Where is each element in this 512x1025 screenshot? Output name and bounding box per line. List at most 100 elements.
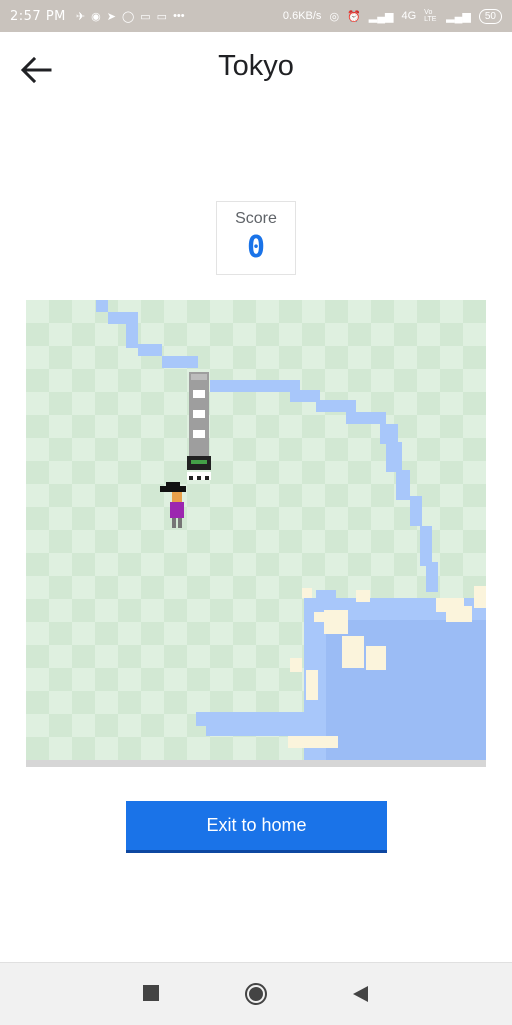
grass-tile — [187, 484, 210, 507]
grass-tile — [49, 691, 72, 714]
sand-patch — [288, 736, 338, 748]
grass-tile — [95, 461, 118, 484]
recent-apps-button[interactable] — [139, 981, 165, 1007]
grass-tile — [26, 346, 49, 369]
battery-icon: 50 — [478, 8, 502, 24]
grass-tile — [164, 553, 187, 576]
grass-tile — [256, 346, 279, 369]
grass-tile — [164, 737, 187, 760]
grass-tile — [118, 714, 141, 737]
grass-tile — [187, 553, 210, 576]
grass-tile — [118, 438, 141, 461]
grass-tile — [95, 691, 118, 714]
grass-tile — [118, 530, 141, 553]
river — [126, 324, 138, 348]
grass-tile — [49, 507, 72, 530]
grass-tile — [210, 530, 233, 553]
grass-tile — [371, 530, 394, 553]
grass-tile — [463, 415, 486, 438]
grass-tile — [49, 323, 72, 346]
grass-tile — [95, 438, 118, 461]
sand-patch — [446, 606, 472, 622]
sand-patch — [356, 590, 370, 602]
grass-tile — [440, 415, 463, 438]
river — [346, 412, 386, 424]
whatsapp-icon: ◯ — [121, 10, 135, 23]
grass-tile — [256, 530, 279, 553]
grass-tile — [440, 346, 463, 369]
river — [316, 400, 356, 412]
grass-tile — [26, 530, 49, 553]
grass-tile — [49, 369, 72, 392]
grass-tile — [26, 392, 49, 415]
grass-tile — [371, 369, 394, 392]
grass-tile — [210, 461, 233, 484]
grass-tile — [164, 530, 187, 553]
grass-tile — [440, 300, 463, 323]
grass-tile — [463, 300, 486, 323]
grass-tile — [141, 300, 164, 323]
grass-tile — [325, 530, 348, 553]
grass-tile — [187, 645, 210, 668]
grass-tile — [49, 438, 72, 461]
river — [410, 496, 422, 526]
grass-tile — [325, 323, 348, 346]
sand-patch — [342, 636, 364, 668]
grass-tile — [141, 576, 164, 599]
grass-tile — [26, 622, 49, 645]
umbrella — [160, 486, 186, 492]
grass-tile — [463, 484, 486, 507]
grass-tile — [233, 415, 256, 438]
grass-tile — [417, 461, 440, 484]
exit-to-home-button[interactable]: Exit to home — [126, 801, 387, 853]
grass-tile — [210, 415, 233, 438]
grass-tile — [72, 346, 95, 369]
sand-patch — [302, 588, 312, 598]
grass-tile — [49, 346, 72, 369]
grass-tile — [26, 576, 49, 599]
grass-tile — [440, 576, 463, 599]
grass-tile — [118, 484, 141, 507]
grass-tile — [118, 553, 141, 576]
grass-tile — [256, 599, 279, 622]
game-board[interactable] — [26, 300, 486, 760]
grass-tile — [49, 530, 72, 553]
grass-tile — [325, 300, 348, 323]
player-leg — [178, 518, 182, 528]
grass-tile — [72, 714, 95, 737]
grass-tile — [118, 668, 141, 691]
grass-tile — [233, 530, 256, 553]
grass-tile — [95, 346, 118, 369]
grass-tile — [233, 507, 256, 530]
river — [206, 724, 326, 736]
grass-tile — [302, 415, 325, 438]
grass-tile — [118, 461, 141, 484]
grass-tile — [72, 300, 95, 323]
grass-tile — [187, 507, 210, 530]
home-button[interactable] — [243, 981, 269, 1007]
telegram-icon: ➤ — [106, 10, 116, 23]
grass-tile — [49, 484, 72, 507]
system-back-button[interactable] — [349, 981, 375, 1007]
grass-tile — [187, 737, 210, 760]
grass-tile — [371, 323, 394, 346]
grass-tile — [371, 507, 394, 530]
river — [210, 380, 300, 392]
grass-tile — [118, 369, 141, 392]
grass-tile — [164, 576, 187, 599]
grass-tile — [95, 599, 118, 622]
grass-tile — [417, 323, 440, 346]
sand-patch — [306, 670, 318, 700]
grass-tile — [348, 461, 371, 484]
grass-tile — [118, 415, 141, 438]
score-value: 0 — [246, 230, 266, 265]
grass-tile — [72, 737, 95, 760]
grass-tile — [95, 737, 118, 760]
grass-tile — [141, 737, 164, 760]
grass-tile — [256, 392, 279, 415]
grass-tile — [141, 691, 164, 714]
grass-tile — [210, 668, 233, 691]
grass-tile — [279, 484, 302, 507]
grass-tile — [440, 484, 463, 507]
grass-tile — [187, 576, 210, 599]
